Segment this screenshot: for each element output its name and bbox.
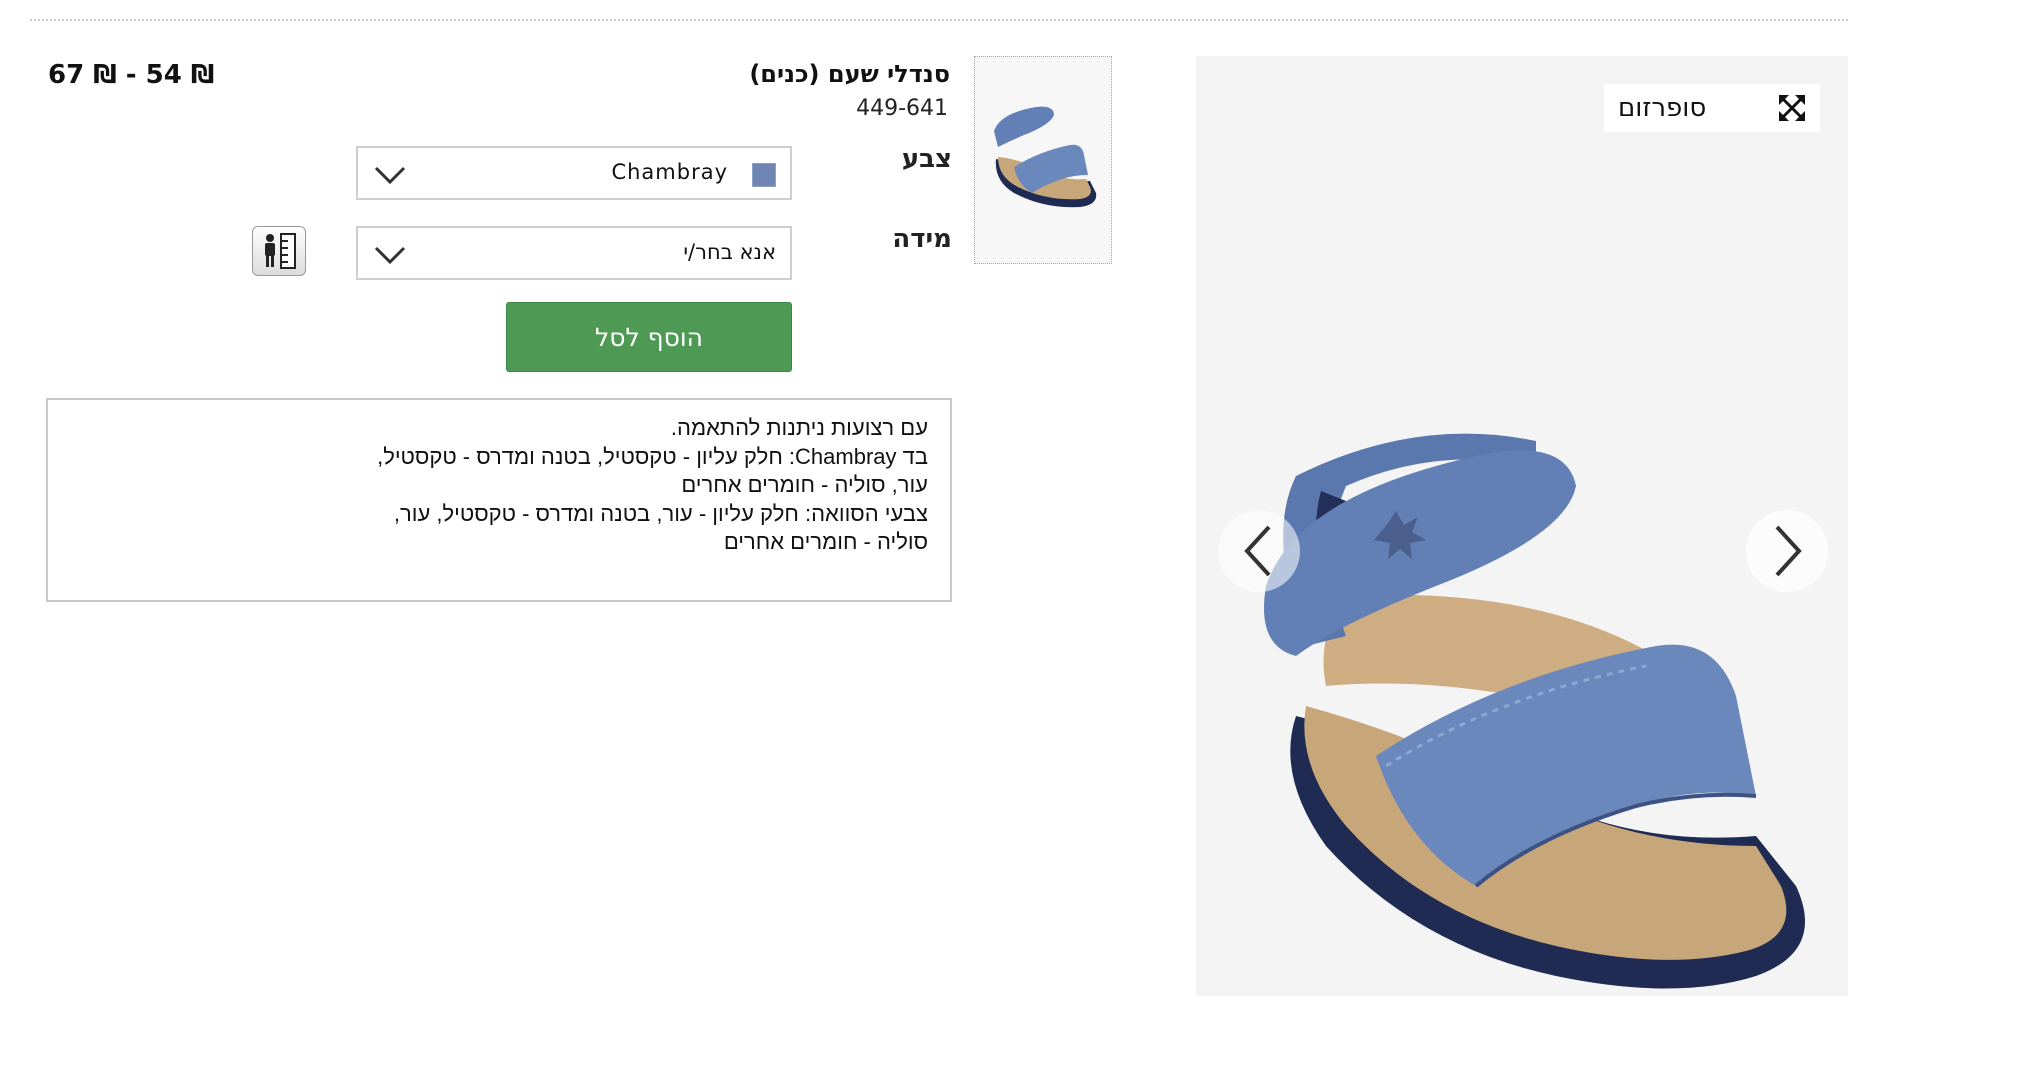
- size-guide-button[interactable]: [252, 226, 306, 276]
- product-title: סנדלי שעם (כנים): [749, 60, 950, 88]
- product-image-panel: סופרזום: [1196, 56, 1848, 996]
- color-select[interactable]: Chambray: [356, 146, 792, 200]
- product-description: עם רצועות ניתנות להתאמה. בד Chambray: חל…: [268, 414, 928, 557]
- product-description-box: עם רצועות ניתנות להתאמה. בד Chambray: חל…: [46, 398, 952, 602]
- description-line: צבעי הסוואה: חלק עליון - עור, בטנה ומדרס…: [393, 500, 928, 526]
- previous-image-button[interactable]: [1218, 510, 1300, 592]
- add-to-cart-button[interactable]: הוסף לסל: [506, 302, 792, 372]
- next-image-button[interactable]: [1746, 510, 1828, 592]
- product-code: 449-641: [856, 96, 948, 121]
- product-thumbnail[interactable]: [974, 56, 1112, 264]
- price-range: 67 ₪ - 54 ₪: [48, 60, 215, 90]
- chevron-down-icon: [374, 246, 406, 265]
- thumbnail-image: [994, 106, 1097, 208]
- superzoom-label: סופרזום: [1618, 93, 1707, 123]
- top-divider: [30, 19, 1848, 21]
- size-label: מידה: [892, 224, 952, 254]
- chevron-right-icon: [1775, 525, 1802, 577]
- description-line: עם רצועות ניתנות להתאמה.: [670, 415, 928, 440]
- superzoom-button[interactable]: סופרזום: [1604, 84, 1820, 132]
- description-line: עור, סוליה - חומרים אחרים: [681, 472, 928, 497]
- product-image: [1236, 416, 1816, 1016]
- description-line: סוליה - חומרים אחרים: [723, 529, 928, 554]
- color-label: צבע: [901, 144, 952, 174]
- size-value: אנא בחר/י: [683, 240, 776, 264]
- color-swatch: [752, 163, 776, 187]
- chevron-left-icon: [1244, 525, 1271, 577]
- chevron-down-icon: [374, 166, 406, 185]
- size-select[interactable]: אנא בחר/י: [356, 226, 792, 280]
- description-line: בד Chambray: חלק עליון - טקסטיל, בטנה ומ…: [377, 443, 928, 469]
- size-guide-icon: [265, 233, 296, 269]
- color-value: Chambray: [611, 160, 728, 184]
- expand-arrows-icon: [1778, 94, 1806, 122]
